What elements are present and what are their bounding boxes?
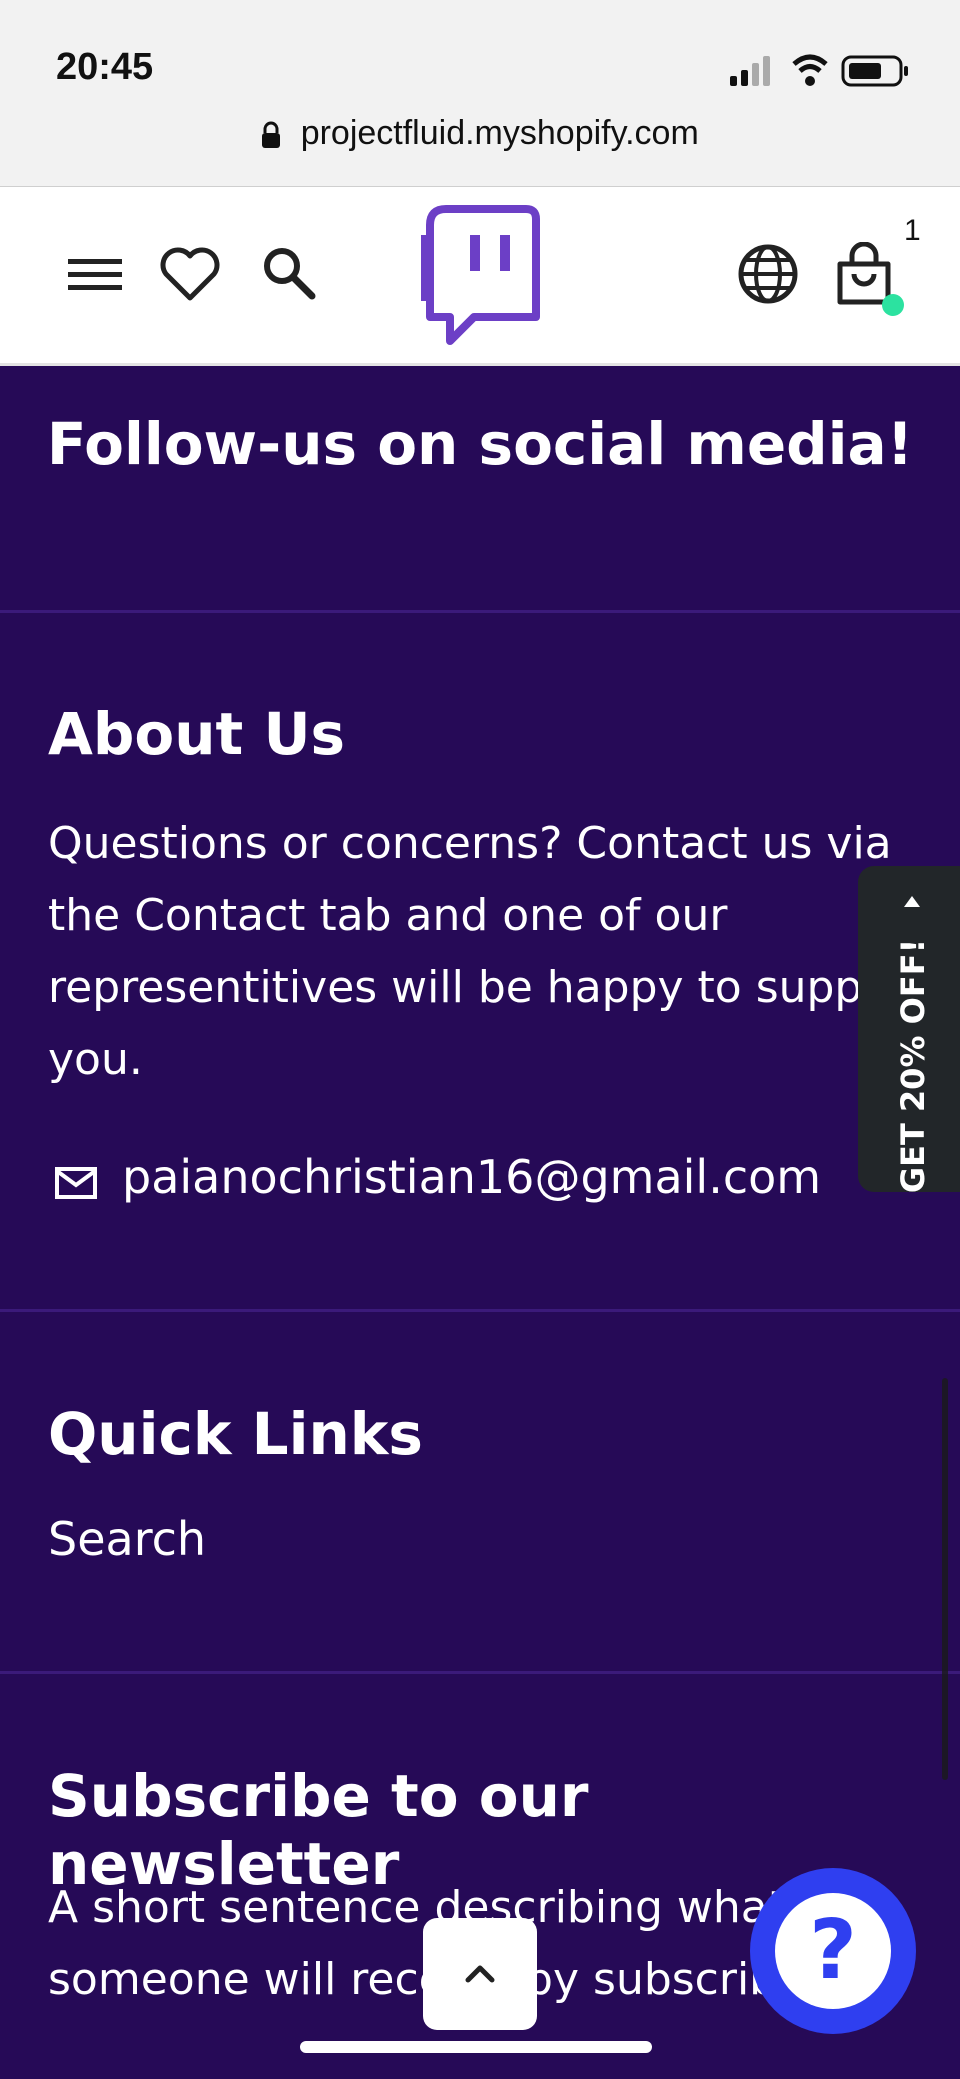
scrollbar[interactable] <box>942 1378 948 1780</box>
home-indicator <box>300 2041 652 2053</box>
divider <box>0 1309 960 1312</box>
quick-link-search[interactable]: Search <box>48 1512 206 1566</box>
quick-links-title: Quick Links <box>48 1400 423 1468</box>
lock-icon <box>262 121 281 149</box>
help-button[interactable]: ? <box>750 1868 916 2034</box>
follow-title: Follow-us on social media! <box>46 410 914 478</box>
search-icon[interactable] <box>256 242 320 306</box>
browser-chrome: 20:45 projectfluid.myshopify.com <box>0 0 960 187</box>
url-bar[interactable]: projectfluid.myshopify.com <box>0 114 960 153</box>
promo-label: GET 20% OFF! <box>894 938 932 1194</box>
email-text: paianochristian16@gmail.com <box>122 1150 822 1204</box>
divider <box>0 1671 960 1674</box>
wishlist-heart-icon[interactable] <box>158 242 222 306</box>
help-question-icon: ? <box>775 1893 891 2009</box>
cart-status-dot <box>882 294 904 316</box>
wifi-icon <box>792 54 828 86</box>
status-time: 20:45 <box>56 46 154 88</box>
signal-icon <box>730 56 770 86</box>
mail-icon <box>55 1167 97 1199</box>
site-header <box>0 187 960 366</box>
caret-up-icon <box>904 896 920 907</box>
menu-icon[interactable] <box>64 242 128 306</box>
url-text: projectfluid.myshopify.com <box>300 114 699 152</box>
status-icons <box>730 54 908 87</box>
back-to-top-button[interactable] <box>423 1918 537 2030</box>
globe-icon[interactable] <box>736 242 800 306</box>
chevron-up-icon <box>465 1965 495 1983</box>
about-text: Questions or concerns? Contact us via th… <box>48 818 925 1085</box>
cart-count-badge: 1 <box>904 214 921 247</box>
promo-tab[interactable]: GET 20% OFF! <box>858 866 960 1194</box>
about-title: About Us <box>48 700 346 768</box>
battery-icon <box>841 55 908 87</box>
divider <box>0 610 960 613</box>
logo-icon[interactable] <box>416 205 552 345</box>
